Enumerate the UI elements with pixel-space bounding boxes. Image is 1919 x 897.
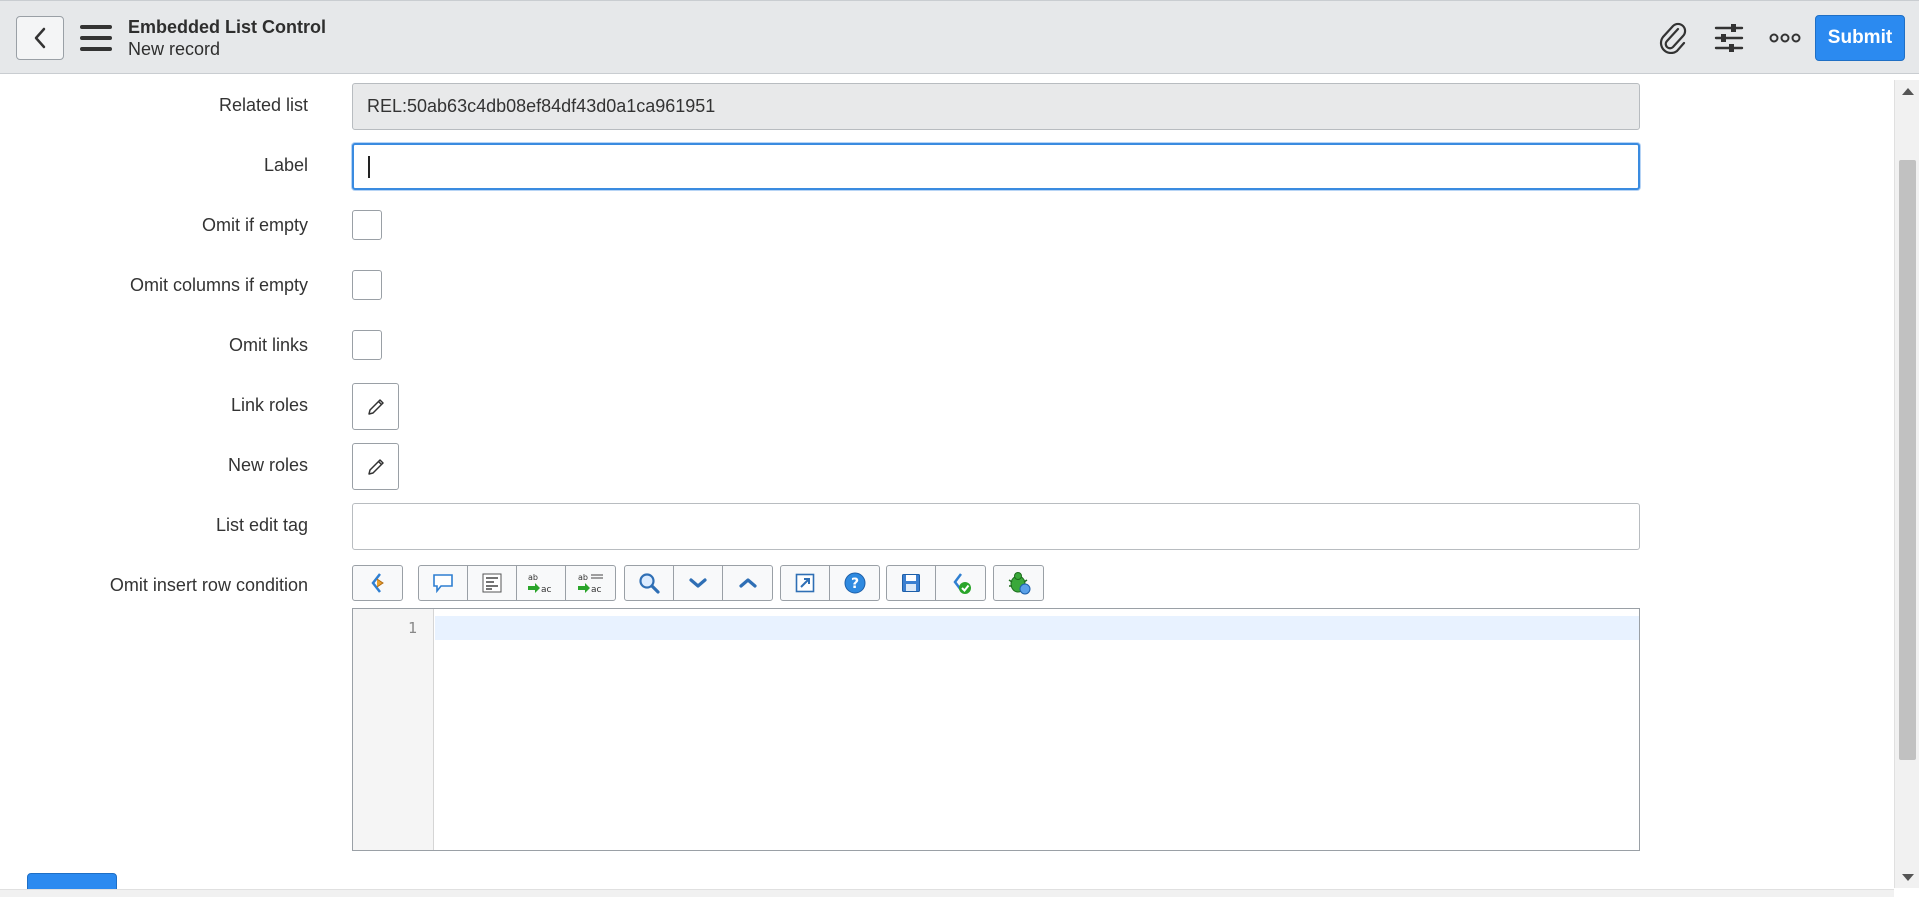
label-input[interactable] xyxy=(352,143,1640,190)
new-roles-edit-button[interactable] xyxy=(352,443,399,490)
pencil-icon xyxy=(367,398,384,415)
toolbar-group-debug xyxy=(993,565,1044,601)
sliders-icon[interactable] xyxy=(1709,19,1749,57)
vertical-scrollbar[interactable] xyxy=(1894,80,1919,888)
omit-insert-row-condition-label: Omit insert row condition xyxy=(109,575,308,595)
scroll-thumb[interactable] xyxy=(1899,160,1916,760)
svg-text:ac: ac xyxy=(541,585,552,595)
paperclip-icon[interactable] xyxy=(1653,19,1693,57)
back-button[interactable] xyxy=(16,16,64,60)
hamburger-menu-icon[interactable] xyxy=(80,25,112,51)
line-gutter: 1 xyxy=(353,609,434,850)
bug-icon[interactable] xyxy=(994,566,1043,600)
link-roles-edit-button[interactable] xyxy=(352,383,399,430)
toolbar-group-edit: ab ac ab ac xyxy=(418,565,616,601)
related-list-value: REL:50ab63c4db08ef84df43d0a1ca961951 xyxy=(367,96,716,116)
text-caret xyxy=(368,155,370,178)
find-next-icon[interactable] xyxy=(674,566,723,600)
replace-icon[interactable]: ab ac xyxy=(517,566,566,600)
omit-if-empty-label: Omit if empty xyxy=(201,215,308,235)
chevron-left-icon xyxy=(34,27,46,49)
line-number: 1 xyxy=(407,619,417,637)
toggle-syntax-icon[interactable] xyxy=(353,566,402,600)
search-icon[interactable] xyxy=(625,566,674,600)
fullscreen-icon[interactable] xyxy=(781,566,830,600)
scroll-up-icon[interactable] xyxy=(1902,88,1914,95)
omit-links-label: Omit links xyxy=(228,335,308,355)
new-roles-label: New roles xyxy=(227,455,308,475)
label-label: Label xyxy=(263,155,308,175)
ellipsis-icon[interactable] xyxy=(1765,19,1805,57)
active-line-highlight xyxy=(435,616,1639,640)
toolbar-group-view: ? xyxy=(780,565,880,601)
save-icon[interactable] xyxy=(887,566,936,600)
omit-links-checkbox[interactable] xyxy=(352,330,382,360)
submit-button[interactable]: Submit xyxy=(1815,15,1905,61)
related-list-label: Related list xyxy=(218,95,308,115)
toolbar-group-save xyxy=(886,565,986,601)
validate-script-icon[interactable] xyxy=(936,566,985,600)
toolbar-group-search xyxy=(624,565,773,601)
horizontal-scrollbar[interactable] xyxy=(0,889,1894,897)
list-edit-tag-label: List edit tag xyxy=(215,515,308,535)
related-list-field: REL:50ab63c4db08ef84df43d0a1ca961951 xyxy=(352,83,1640,130)
replace-all-icon[interactable]: ab ac xyxy=(566,566,615,600)
toolbar-group-format xyxy=(352,565,403,601)
find-previous-icon[interactable] xyxy=(723,566,772,600)
omit-columns-if-empty-checkbox[interactable] xyxy=(352,270,382,300)
pencil-icon xyxy=(367,458,384,475)
omit-if-empty-checkbox[interactable] xyxy=(352,210,382,240)
format-code-icon[interactable] xyxy=(468,566,517,600)
script-editor[interactable]: 1 xyxy=(352,608,1640,851)
scroll-down-icon[interactable] xyxy=(1902,874,1914,881)
list-edit-tag-input[interactable] xyxy=(352,503,1640,550)
svg-text:ab: ab xyxy=(578,573,588,582)
omit-columns-if-empty-label: Omit columns if empty xyxy=(129,275,308,295)
page-title: Embedded List Control xyxy=(128,17,326,37)
help-icon[interactable]: ? xyxy=(830,566,879,600)
comment-icon[interactable] xyxy=(419,566,468,600)
svg-text:?: ? xyxy=(850,576,858,592)
svg-text:ac: ac xyxy=(591,585,602,595)
form-header: Embedded List Control New record Submit xyxy=(0,0,1919,74)
link-roles-label: Link roles xyxy=(230,395,308,415)
title-block: Embedded List Control New record xyxy=(128,16,326,60)
page-subtitle: New record xyxy=(128,39,221,59)
svg-text:ab: ab xyxy=(528,573,538,582)
